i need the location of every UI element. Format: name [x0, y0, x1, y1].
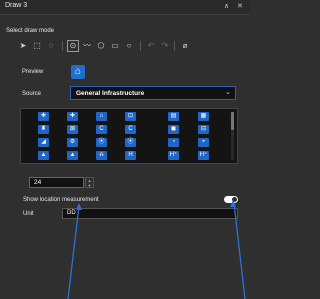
arrowhead-label — [76, 203, 82, 210]
arrowhead-toggle — [230, 200, 236, 207]
arrow-to-toggle — [233, 202, 246, 299]
annotation-arrows — [67, 200, 246, 299]
arrow-to-label — [67, 205, 80, 299]
